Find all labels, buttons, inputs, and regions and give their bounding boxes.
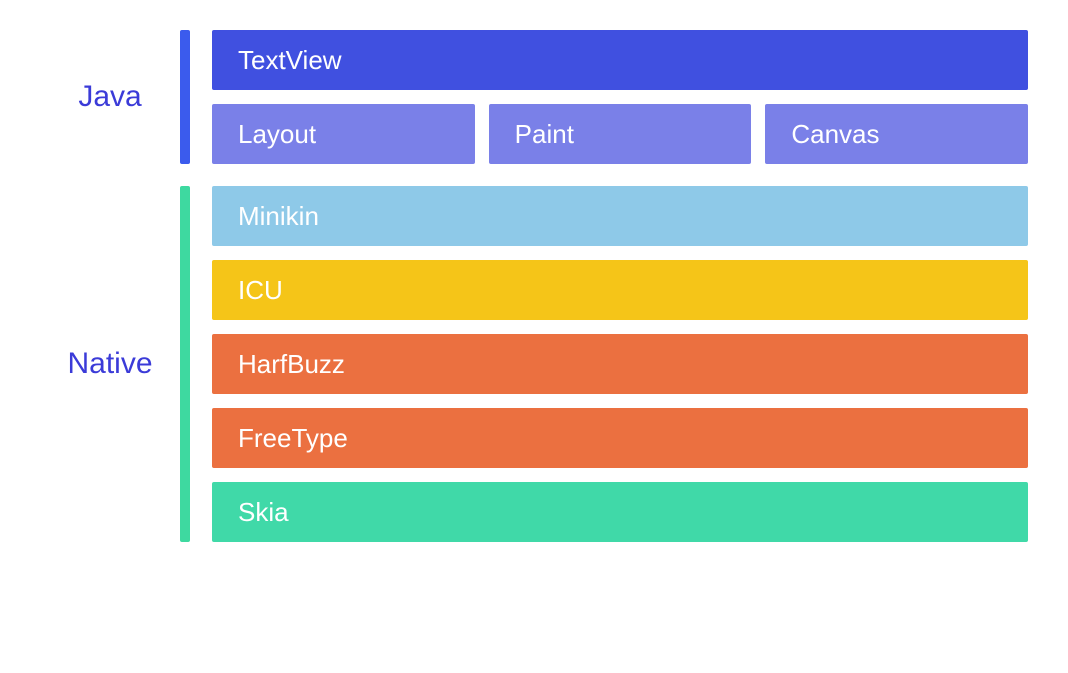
icu-block: ICU <box>212 260 1028 320</box>
native-row-harfbuzz: HarfBuzz <box>212 334 1028 394</box>
java-row-1: TextView <box>212 30 1028 90</box>
java-section: Java TextView Layout Paint Canvas <box>40 30 1028 164</box>
textview-block: TextView <box>212 30 1028 90</box>
minikin-block: Minikin <box>212 186 1028 246</box>
native-content: Minikin ICU HarfBuzz FreeType Skia <box>212 186 1028 542</box>
paint-block: Paint <box>489 104 752 164</box>
canvas-block: Canvas <box>765 104 1028 164</box>
native-section-bar <box>180 186 190 542</box>
layout-block: Layout <box>212 104 475 164</box>
skia-block: Skia <box>212 482 1028 542</box>
freetype-block: FreeType <box>212 408 1028 468</box>
harfbuzz-block: HarfBuzz <box>212 334 1028 394</box>
native-row-skia: Skia <box>212 482 1028 542</box>
architecture-diagram: Java TextView Layout Paint Canvas Native… <box>40 30 1028 542</box>
native-row-icu: ICU <box>212 260 1028 320</box>
native-label: Native <box>40 186 180 542</box>
java-section-bar <box>180 30 190 164</box>
java-row-2: Layout Paint Canvas <box>212 104 1028 164</box>
native-row-freetype: FreeType <box>212 408 1028 468</box>
java-label: Java <box>40 30 180 164</box>
native-section: Native Minikin ICU HarfBuzz FreeType Ski… <box>40 186 1028 542</box>
java-content: TextView Layout Paint Canvas <box>212 30 1028 164</box>
native-row-minikin: Minikin <box>212 186 1028 246</box>
